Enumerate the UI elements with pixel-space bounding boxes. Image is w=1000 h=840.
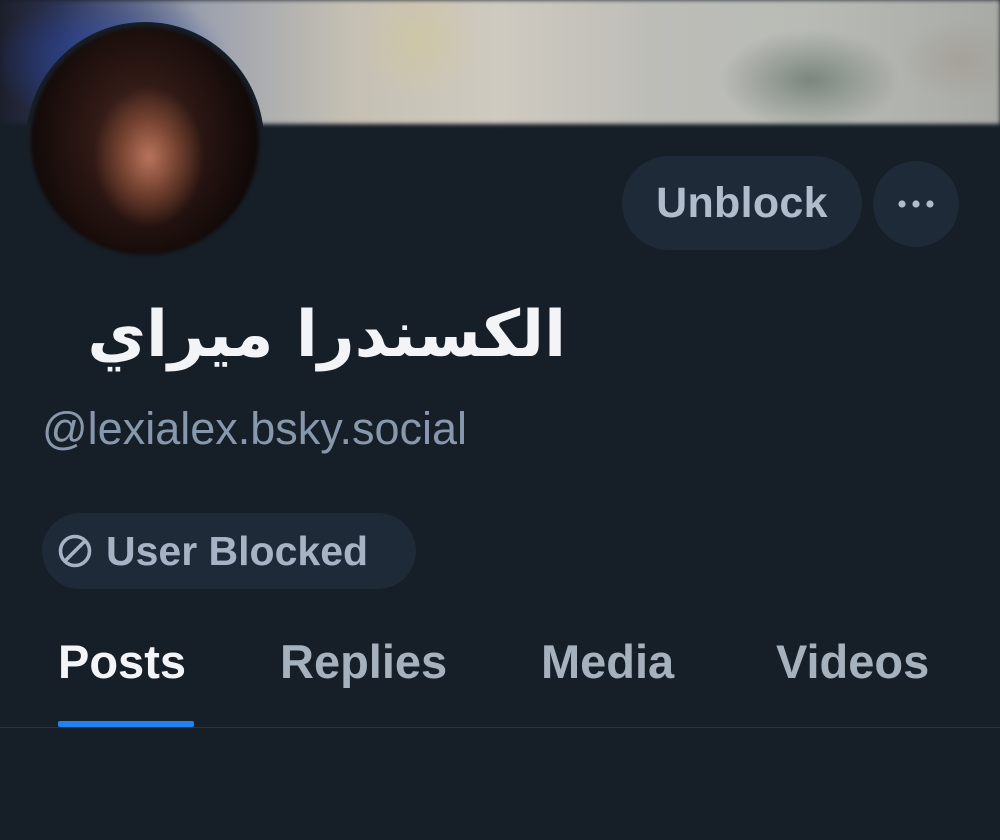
- tab-replies[interactable]: Replies: [280, 620, 447, 728]
- profile-tabs: Posts Replies Media Videos: [0, 620, 1000, 728]
- user-blocked-label: User Blocked: [106, 527, 369, 574]
- unblock-button[interactable]: Unblock: [622, 156, 862, 250]
- more-options-button[interactable]: [873, 161, 959, 247]
- display-name: الكسندرا ميراي: [87, 298, 566, 372]
- user-blocked-badge: User Blocked: [42, 513, 416, 589]
- tab-posts[interactable]: Posts: [58, 620, 186, 728]
- avatar-image: [31, 27, 259, 255]
- user-handle: @lexialex.bsky.social: [42, 403, 467, 454]
- ellipsis-icon: [898, 200, 934, 208]
- tabs-divider: [0, 727, 1000, 728]
- tab-videos[interactable]: Videos: [776, 620, 929, 728]
- block-icon: [56, 532, 94, 570]
- avatar[interactable]: [26, 22, 264, 260]
- tab-media[interactable]: Media: [541, 620, 674, 728]
